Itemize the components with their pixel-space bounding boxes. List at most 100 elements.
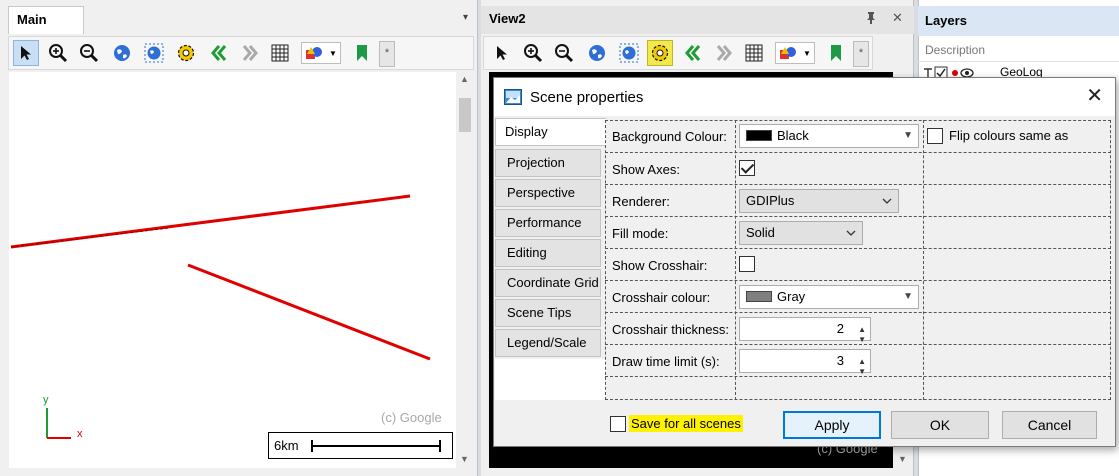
grid-icon	[271, 44, 289, 62]
scene-app-icon	[504, 89, 522, 105]
tab-performance[interactable]: Performance	[495, 209, 601, 237]
fill-mode-value: Solid	[746, 225, 775, 240]
globe-button[interactable]	[109, 40, 135, 66]
view2-close-icon[interactable]: ✕	[892, 10, 903, 26]
pin-glyph	[867, 12, 875, 24]
main-view-scrollbar[interactable]: ▲ ▼	[456, 72, 474, 468]
tab-editing[interactable]: Editing	[495, 239, 601, 267]
grid-row-divider	[605, 280, 1111, 281]
apply-button[interactable]: Apply	[783, 411, 881, 439]
crosshair-colour-swatch	[746, 291, 772, 302]
globe-icon	[114, 45, 130, 61]
show-crosshair-checkbox[interactable]	[739, 256, 755, 272]
double-chevron-left-icon	[211, 45, 227, 61]
scroll-up-icon[interactable]: ▲	[460, 74, 469, 84]
settings-button-active[interactable]	[647, 40, 673, 66]
pointer-tool-button[interactable]	[13, 40, 39, 66]
pane-menu-chevron-icon[interactable]: ▾	[463, 12, 468, 23]
grid-row-divider	[605, 216, 1111, 217]
dialog-title-bar[interactable]: Scene properties ✕	[494, 78, 1115, 116]
shapes-dropdown[interactable]: ▼	[301, 42, 341, 64]
property-grid: Background Colour: Black ▼ Flip colours …	[605, 120, 1111, 400]
renderer-value: GDIPlus	[746, 193, 795, 208]
scale-label: 6km	[274, 438, 299, 453]
more-button[interactable]: *	[379, 41, 395, 67]
tab-legend-scale[interactable]: Legend/Scale	[495, 329, 601, 357]
cancel-button[interactable]: Cancel	[1002, 411, 1097, 439]
scroll-down-icon[interactable]: ▼	[898, 454, 907, 464]
ok-button[interactable]: OK	[891, 411, 989, 439]
show-axes-label: Show Axes:	[612, 162, 680, 177]
zoom-out-button[interactable]	[76, 40, 102, 66]
main-map-canvas[interactable]: y x (c) Google	[9, 72, 456, 468]
double-chevron-left-icon	[685, 45, 701, 61]
globe-extent-button[interactable]	[141, 40, 167, 66]
renderer-label: Renderer:	[612, 194, 670, 209]
back-button[interactable]	[680, 40, 706, 66]
chevron-down-icon: ▼	[903, 130, 913, 141]
crosshair-thickness-label: Crosshair thickness:	[612, 322, 730, 337]
layers-column-description[interactable]: Description	[918, 38, 1119, 62]
fill-mode-select[interactable]: Solid	[739, 221, 863, 245]
more-button[interactable]: *	[853, 41, 869, 67]
globe-extent-button[interactable]	[616, 40, 642, 66]
cursor-arrow-icon	[497, 46, 507, 60]
zoom-out-icon	[80, 44, 99, 63]
globe-button[interactable]	[584, 40, 610, 66]
tab-main-view[interactable]: Main View	[8, 6, 84, 53]
settings-button[interactable]	[173, 40, 199, 66]
stepper-down-icon[interactable]: ▼	[858, 329, 866, 351]
background-colour-label: Background Colour:	[612, 129, 727, 144]
bookmark-icon	[831, 45, 841, 61]
pointer-tool-button[interactable]	[489, 40, 515, 66]
tab-perspective[interactable]: Perspective	[495, 179, 601, 207]
back-button[interactable]	[206, 40, 232, 66]
zoom-in-button[interactable]	[45, 40, 71, 66]
tab-display[interactable]: Display	[495, 118, 606, 146]
globe-icon	[589, 45, 605, 61]
forward-button[interactable]	[237, 40, 263, 66]
forward-button[interactable]	[711, 40, 737, 66]
show-axes-checkbox[interactable]	[739, 160, 755, 176]
tab-projection[interactable]: Projection	[495, 149, 601, 177]
background-colour-value: Black	[777, 128, 809, 143]
tab-coordinate-grid[interactable]: Coordinate Grid	[495, 269, 601, 297]
grid-button[interactable]	[741, 40, 767, 66]
scroll-thumb[interactable]	[459, 98, 471, 132]
dropdown-arrow-icon: ▼	[329, 48, 337, 58]
draw-time-limit-stepper[interactable]: 3 ▲ ▼	[739, 349, 871, 376]
background-colour-select[interactable]: Black ▼	[739, 124, 919, 148]
bookmark-button[interactable]	[349, 40, 375, 66]
draw-time-limit-value: 3	[836, 353, 844, 368]
renderer-select[interactable]: GDIPlus	[739, 189, 899, 213]
crosshair-colour-select[interactable]: Gray ▼	[739, 285, 919, 309]
close-icon[interactable]: ✕	[1086, 86, 1103, 106]
zoom-in-button[interactable]	[520, 40, 546, 66]
flip-colours-label: Flip colours same as	[949, 128, 1069, 143]
shapes-dropdown[interactable]: ▼	[775, 42, 815, 64]
tab-scene-tips[interactable]: Scene Tips	[495, 299, 601, 327]
chevron-down-icon	[882, 198, 892, 204]
dropdown-arrow-icon: ▼	[803, 48, 811, 58]
scroll-down-icon[interactable]: ▼	[460, 454, 469, 464]
tab-view2[interactable]: View2	[481, 6, 914, 34]
pin-icon[interactable]	[865, 11, 877, 28]
crosshair-colour-label: Crosshair colour:	[612, 290, 711, 305]
zoom-out-icon	[555, 44, 574, 63]
grid-button[interactable]	[267, 40, 293, 66]
layers-title: Layers	[918, 6, 1119, 36]
grid-col-divider	[923, 120, 924, 400]
grid-col-divider	[735, 120, 736, 400]
bookmark-button[interactable]	[823, 40, 849, 66]
save-for-all-checkbox[interactable]	[610, 416, 626, 432]
grid-row-divider	[605, 312, 1111, 313]
draw-time-limit-label: Draw time limit (s):	[612, 354, 720, 369]
crosshair-thickness-stepper[interactable]: 2 ▲ ▼	[739, 317, 871, 344]
zoom-out-button[interactable]	[551, 40, 577, 66]
stepper-down-icon[interactable]: ▼	[858, 361, 866, 383]
save-for-all-label[interactable]: Save for all scenes	[629, 415, 743, 432]
axis-x-label: x	[77, 428, 83, 440]
track-line	[187, 263, 431, 361]
crosshair-colour-value: Gray	[777, 289, 806, 304]
flip-colours-checkbox[interactable]	[927, 128, 943, 144]
